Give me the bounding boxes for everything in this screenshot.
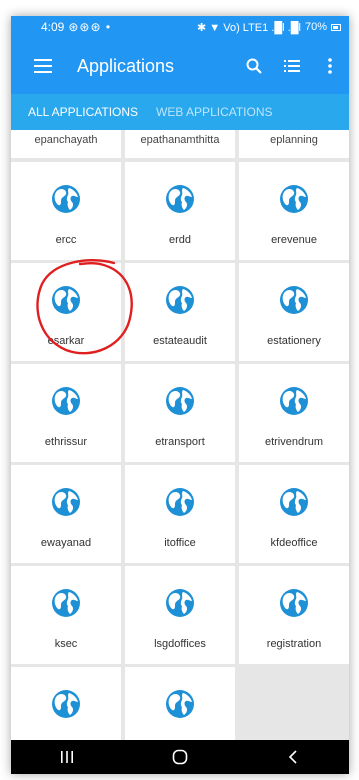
app-tile-label: etransport — [155, 436, 205, 448]
app-tile[interactable]: erevenue — [239, 162, 349, 260]
app-grid: epanchayath epathanamthitta eplanning er… — [11, 130, 349, 740]
battery-percent: 70% — [304, 21, 327, 33]
tab-web-applications[interactable]: WEB APPLICATIONS — [147, 94, 281, 130]
app-tile-label: itoffice — [164, 537, 196, 549]
app-tile-label: erevenue — [271, 234, 317, 246]
app-tile-label: kfdeoffice — [270, 537, 318, 549]
globe-icon — [166, 690, 194, 718]
app-tile[interactable]: kfdeoffice — [239, 465, 349, 563]
globe-icon — [52, 690, 80, 718]
globe-icon — [280, 387, 308, 415]
phone-screen: 4:09 ⊛⊛⊛ • ✱ ▼ Vo) LTE1 .█l .█l 70% Appl… — [11, 16, 349, 774]
app-row: ewayanad itoffice kfdeoffice — [11, 465, 349, 563]
home-icon[interactable] — [160, 740, 200, 774]
status-indicators: ✱ ▼ Vo) LTE1 .█l .█l 70% — [197, 21, 341, 34]
app-tile-label: ksec — [54, 638, 78, 650]
app-tile-label: erdd — [168, 234, 192, 246]
app-toolbar: Applications — [11, 38, 349, 94]
globe-icon — [280, 286, 308, 314]
hamburger-menu-icon[interactable] — [21, 38, 65, 94]
app-row: ercc erdd erevenue — [11, 162, 349, 260]
notification-icons: ⊛⊛⊛ • — [68, 20, 112, 34]
toolbar-actions — [235, 38, 349, 94]
globe-icon — [52, 589, 80, 617]
system-nav-bar — [11, 740, 349, 774]
app-tile-label: registration — [266, 638, 322, 650]
app-tile[interactable]: epanchayath — [11, 130, 121, 158]
globe-icon — [52, 185, 80, 213]
globe-icon — [166, 286, 194, 314]
app-tile[interactable]: statelotteries — [11, 667, 121, 740]
page-title: Applications — [77, 55, 175, 76]
globe-icon — [166, 488, 194, 516]
app-tile-label: estationery — [267, 335, 321, 347]
globe-icon — [280, 589, 308, 617]
app-tile-label: etrivendrum — [264, 436, 324, 448]
app-row: ethrissur etransport etrivendrum — [11, 364, 349, 462]
app-tile-label: ethrissur — [44, 436, 88, 448]
tab-all-applications[interactable]: ALL APPLICATIONS — [19, 94, 147, 130]
app-tile[interactable]: itoffice — [125, 465, 235, 563]
app-tile-label: lsgdoffices — [154, 638, 206, 650]
globe-icon — [52, 488, 80, 516]
app-tile[interactable]: etrivendrum — [239, 364, 349, 462]
app-tile[interactable]: sujalam — [125, 667, 235, 740]
app-tile[interactable]: registration — [239, 566, 349, 664]
tab-bar: ALL APPLICATIONS WEB APPLICATIONS — [11, 94, 349, 130]
app-tile-label: estateaudit — [153, 335, 207, 347]
app-tile[interactable]: eplanning — [239, 130, 349, 158]
app-tile[interactable]: erdd — [125, 162, 235, 260]
search-icon[interactable] — [235, 38, 273, 94]
globe-icon — [280, 488, 308, 516]
app-tile[interactable]: estationery — [239, 263, 349, 361]
globe-icon — [52, 286, 80, 314]
app-tile[interactable]: esarkar — [11, 263, 121, 361]
empty-slot — [239, 667, 349, 740]
app-tile[interactable]: ewayanad — [11, 465, 121, 563]
globe-icon — [166, 185, 194, 213]
app-tile[interactable]: lsgdoffices — [125, 566, 235, 664]
app-tile-label: ewayanad — [40, 537, 92, 549]
app-row: esarkar estateaudit estationery — [11, 263, 349, 361]
back-icon[interactable] — [273, 740, 313, 774]
app-row: ksec lsgdoffices registration — [11, 566, 349, 664]
app-tile-label: esarkar — [47, 335, 85, 347]
battery-icon — [331, 23, 341, 31]
app-tile-list: ercc erdd erevenue esarkar estateaudit estati… — [11, 162, 349, 740]
app-tile-label: ercc — [55, 234, 77, 246]
app-tile[interactable]: ksec — [11, 566, 121, 664]
status-bar: 4:09 ⊛⊛⊛ • ✱ ▼ Vo) LTE1 .█l .█l 70% — [11, 16, 349, 38]
app-tile[interactable]: epathanamthitta — [125, 130, 235, 158]
recents-icon[interactable] — [47, 740, 87, 774]
globe-icon — [52, 387, 80, 415]
app-row: statelotteriessujalam — [11, 667, 349, 740]
partial-row: epanchayath epathanamthitta eplanning — [11, 130, 349, 160]
globe-icon — [166, 589, 194, 617]
status-time: 4:09 — [41, 20, 65, 34]
app-tile[interactable]: etransport — [125, 364, 235, 462]
app-tile[interactable]: ercc — [11, 162, 121, 260]
app-tile[interactable]: estateaudit — [125, 263, 235, 361]
more-vert-icon[interactable] — [311, 38, 349, 94]
list-view-icon[interactable] — [273, 38, 311, 94]
globe-icon — [166, 387, 194, 415]
globe-icon — [280, 185, 308, 213]
signal-icons: ✱ ▼ Vo) LTE1 .█l .█l — [197, 21, 301, 34]
app-tile[interactable]: ethrissur — [11, 364, 121, 462]
